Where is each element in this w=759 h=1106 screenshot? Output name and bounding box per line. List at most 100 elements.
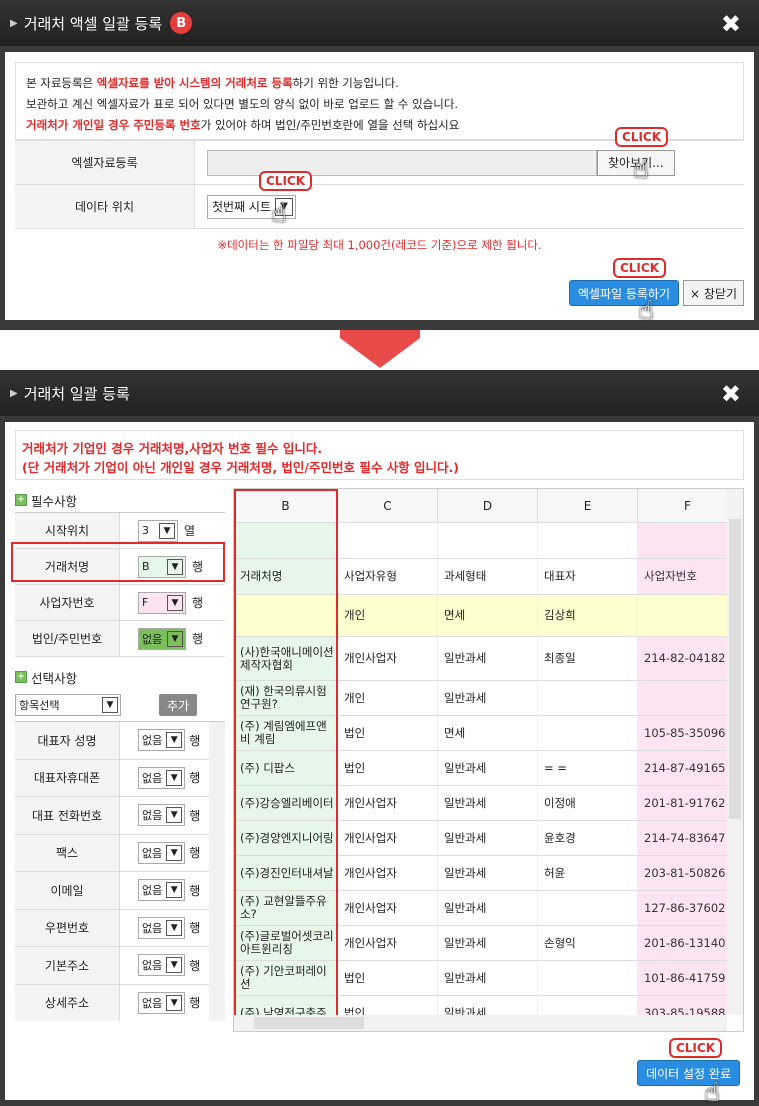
grid-cell: 214-74-83647 — [638, 821, 727, 856]
optional-value: 없음 ▼ 행 — [120, 872, 209, 909]
grid-cell: 일반과세 — [438, 891, 538, 926]
optional-value: 없음 ▼ 행 — [120, 910, 209, 947]
grid-cell — [538, 523, 638, 559]
add-item-button[interactable]: 추가 — [159, 694, 198, 716]
optional-value: 없음 ▼ 행 — [120, 985, 209, 1022]
chevron-down-icon: ▼ — [166, 882, 183, 899]
register-excel-button[interactable]: 엑셀파일 등록하기 — [568, 280, 679, 306]
grid-horizontal-scrollbar[interactable] — [234, 1015, 727, 1031]
grid-cell — [638, 681, 727, 716]
column-select[interactable]: 없음 ▼ — [138, 627, 186, 650]
unit-label: 행 — [189, 808, 201, 823]
chevron-down-icon: ▼ — [102, 697, 118, 713]
chevron-down-icon: ▼ — [159, 522, 175, 539]
grid-cell: 일반과세 — [438, 751, 538, 786]
column-select[interactable]: F ▼ — [138, 591, 186, 614]
unit-label: 행 — [189, 771, 201, 786]
column-select[interactable]: 없음 ▼ — [138, 991, 186, 1014]
optional-value: 없음 ▼ 행 — [120, 947, 209, 984]
column-header[interactable]: C — [338, 489, 438, 523]
column-select[interactable]: 없음 ▼ — [138, 916, 186, 939]
grid-cell: 127-86-37602 — [638, 891, 727, 926]
optional-label: 대표자 성명 — [15, 722, 120, 759]
optional-row: 상세주소 없음 ▼ 행 — [15, 984, 209, 1022]
optional-value: 없음 ▼ 행 — [120, 722, 209, 759]
optional-row: 대표 전화번호 없음 ▼ 행 — [15, 797, 209, 835]
optional-list: 대표자 성명 없음 ▼ 행 대표자휴대폰 없음 ▼ 행 대표 전화번호 없음 ▼ 행 팩스 없음 ▼ 행 이메일… — [15, 721, 225, 1021]
unit-label: 행 — [189, 846, 201, 861]
grid-cell: 면세 — [438, 716, 538, 751]
select-value: 없음 — [142, 809, 163, 823]
select-value: 3 — [142, 524, 149, 537]
grid-cell: 개인사업자 — [338, 786, 438, 821]
select-value: 없음 — [142, 921, 163, 935]
modal2-body: 거래처가 기업인 경우 거래처명,사업자 번호 필수 입니다. (단 거래처가 … — [5, 422, 754, 1106]
required-row: 사업자번호 F ▼ 행 — [15, 585, 225, 621]
click-tag: CLICK — [612, 258, 666, 278]
optional-section-title: + 선택사항 — [15, 670, 78, 686]
optional-row: 대표자 성명 없음 ▼ 행 — [15, 722, 209, 760]
column-select[interactable]: 없음 ▼ — [138, 766, 186, 789]
select-value: 없음 — [142, 846, 163, 860]
info-line-1: 본 자료등록은 엑셀자료를 받아 시스템의 거래처로 등록하기 위한 기능입니다… — [26, 76, 399, 90]
item-select[interactable]: 항목선택 ▼ — [15, 694, 121, 716]
grid-cell: 일반과세 — [438, 821, 538, 856]
chevron-down-icon: ▼ — [166, 994, 183, 1011]
unit-label: 행 — [192, 596, 204, 610]
hand-pointer-icon: ☝ — [633, 155, 649, 185]
optional-label: 팩스 — [15, 834, 120, 871]
unit-label: 행 — [189, 996, 201, 1011]
grid-cell: 일반과세 — [438, 681, 538, 716]
column-header[interactable]: F — [638, 489, 727, 523]
optional-row: 팩스 없음 ▼ 행 — [15, 834, 209, 872]
grid-cell: 법인 — [338, 751, 438, 786]
grid-cell: 과세형태 — [438, 559, 538, 595]
grid-cell: 일반과세 — [438, 996, 538, 1015]
optional-label: 이메일 — [15, 872, 120, 909]
unit-label: 행 — [192, 632, 204, 646]
column-select[interactable]: 없음 ▼ — [138, 879, 186, 902]
highlight-box — [11, 542, 225, 582]
chevron-down-icon: ▼ — [167, 594, 183, 611]
column-header[interactable]: E — [538, 489, 638, 523]
optional-row: 대표자휴대폰 없음 ▼ 행 — [15, 759, 209, 797]
grid-column: D 과세형태 면세 일반과세 일반과세 면세 일반과세 일반과세 일반과세 일반과세 일반과세 일반과… — [438, 489, 538, 1015]
grid-cell: 손형익 — [538, 926, 638, 961]
modal2-title: 거래처 일괄 등록 — [23, 384, 130, 403]
grid-cell — [538, 681, 638, 716]
close-icon[interactable]: ✖ — [721, 380, 741, 408]
limit-notice: ※데이터는 한 파일당 최대 1,000건(레코드 기준)으로 제한 됩니다. — [217, 238, 542, 252]
data-setup-done-button[interactable]: 데이터 설정 완료 — [637, 1060, 740, 1086]
column-select[interactable]: 3 ▼ — [138, 519, 178, 542]
column-select[interactable]: 없음 ▼ — [138, 954, 186, 977]
grid-column: E 대표자 김상희 최종일 = = 이정애 윤호경 허윤 손형익 — [538, 489, 638, 1015]
grid-cell: 개인사업자 — [338, 926, 438, 961]
plus-icon: + — [15, 494, 27, 506]
close-window-button[interactable]: × 창닫기 — [683, 280, 744, 306]
column-select[interactable]: 없음 ▼ — [138, 841, 186, 864]
select-value: F — [142, 596, 149, 609]
chevron-down-icon: ▼ — [166, 844, 183, 861]
hand-pointer-icon: ☝ — [704, 1078, 720, 1106]
select-value: 없음 — [142, 959, 163, 973]
required-row: 법인/주민번호 없음 ▼ 행 — [15, 621, 225, 657]
grid-cell: 개인사업자 — [338, 856, 438, 891]
optional-value: 없음 ▼ 행 — [120, 797, 209, 834]
grid-cell: 일반과세 — [438, 637, 538, 681]
column-header[interactable]: D — [438, 489, 538, 523]
grid-cell: 일반과세 — [438, 786, 538, 821]
grid-cell — [638, 523, 727, 559]
required-label: 법인/주민번호 — [15, 621, 120, 656]
scrollbar[interactable] — [209, 722, 225, 1021]
grid-cell: 개인사업자 — [338, 891, 438, 926]
select-value: 없음 — [142, 632, 163, 646]
column-select[interactable]: 없음 ▼ — [138, 804, 186, 827]
grid-vertical-scrollbar[interactable] — [727, 489, 743, 1015]
grid-cell — [538, 961, 638, 996]
modal1-title: 거래처 액셀 일괄 등록 — [23, 14, 163, 33]
grid-cell: 개인 — [338, 681, 438, 716]
column-select[interactable]: 없음 ▼ — [138, 729, 186, 752]
optional-row: 우편번호 없음 ▼ 행 — [15, 909, 209, 947]
grid-cell: 개인사업자 — [338, 637, 438, 681]
close-icon[interactable]: ✖ — [721, 10, 741, 38]
